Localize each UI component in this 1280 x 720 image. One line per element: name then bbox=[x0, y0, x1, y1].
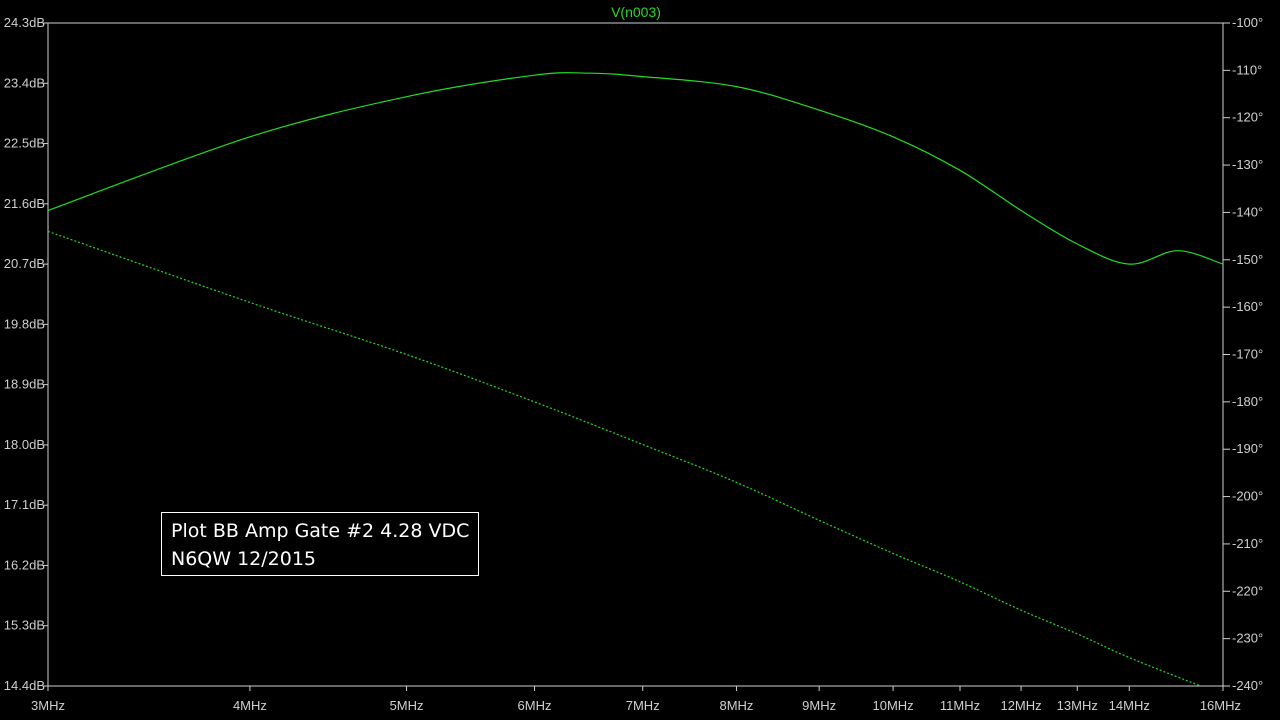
bode-plot: V(n003) 24.3dB 23.4dB 22.5dB 21.6dB 20.7dB 19… bbox=[4, 4, 1263, 713]
left-tick-label: 18.0dB bbox=[4, 437, 45, 452]
left-tick-label: 19.8dB bbox=[4, 316, 45, 331]
x-tick-label: 6MHz bbox=[518, 698, 552, 713]
left-tick-label: 16.2dB bbox=[4, 557, 45, 572]
right-tick-label: -160° bbox=[1232, 299, 1263, 314]
right-tick-label: -110° bbox=[1232, 62, 1262, 77]
right-tick-label: -100° bbox=[1232, 15, 1263, 30]
plot-frame bbox=[47, 22, 1224, 687]
x-tick-label: 7MHz bbox=[626, 698, 660, 713]
right-tick-label: -220° bbox=[1232, 583, 1263, 598]
x-tick-label: 10MHz bbox=[873, 698, 914, 713]
right-axis-ticks: -100° -110° -120° -130° -140° -150° -160° -170°… bbox=[1223, 15, 1263, 693]
x-tick-label: 5MHz bbox=[390, 698, 424, 713]
left-tick-label: 17.1dB bbox=[4, 497, 45, 512]
right-tick-label: -120° bbox=[1232, 110, 1263, 125]
right-tick-label: -140° bbox=[1232, 204, 1263, 219]
left-tick-label: 21.6dB bbox=[4, 196, 45, 211]
x-tick-label: 3MHz bbox=[31, 698, 65, 713]
annotation-line-2: N6QW 12/2015 bbox=[171, 548, 317, 570]
left-tick-label: 23.4dB bbox=[4, 75, 45, 90]
right-tick-label: -180° bbox=[1232, 394, 1263, 409]
left-tick-label: 24.3dB bbox=[4, 15, 45, 30]
x-tick-label: 11MHz bbox=[940, 698, 980, 713]
right-tick-label: -240° bbox=[1232, 678, 1263, 693]
x-tick-label: 4MHz bbox=[233, 698, 267, 713]
left-axis-ticks: 24.3dB 23.4dB 22.5dB 21.6dB 20.7dB 19.8dB 18.9… bbox=[4, 15, 48, 693]
right-tick-label: -150° bbox=[1232, 252, 1263, 267]
left-tick-label: 15.3dB bbox=[4, 618, 45, 633]
right-tick-label: -170° bbox=[1232, 347, 1263, 362]
left-tick-label: 20.7dB bbox=[4, 256, 45, 271]
x-tick-label: 8MHz bbox=[719, 698, 753, 713]
right-tick-label: -210° bbox=[1232, 536, 1263, 551]
left-tick-label: 18.9dB bbox=[4, 377, 45, 392]
x-tick-label: 9MHz bbox=[802, 698, 836, 713]
plot-annotation[interactable]: Plot BB Amp Gate #2 4.28 VDC N6QW 12/201… bbox=[161, 512, 479, 576]
x-axis-ticks: 3MHz 4MHz 5MHz 6MHz 7MHz 8MHz 9MHz 10MHz 11MHz 12… bbox=[31, 686, 1241, 713]
x-tick-label: 12MHz bbox=[1000, 698, 1041, 713]
right-tick-label: -200° bbox=[1232, 489, 1263, 504]
x-tick-label: 14MHz bbox=[1109, 698, 1150, 713]
right-tick-label: -230° bbox=[1232, 631, 1263, 646]
magnitude-trace bbox=[47, 72, 1224, 265]
traces bbox=[47, 72, 1224, 687]
right-tick-label: -190° bbox=[1232, 441, 1263, 456]
plot-axes bbox=[47, 22, 1224, 687]
left-tick-label: 22.5dB bbox=[4, 136, 45, 151]
x-tick-label: 16MHz bbox=[1200, 698, 1241, 713]
trace-title[interactable]: V(n003) bbox=[611, 4, 661, 20]
right-tick-label: -130° bbox=[1232, 157, 1263, 172]
phase-trace bbox=[47, 230, 1201, 687]
left-tick-label: 14.4dB bbox=[4, 678, 45, 693]
annotation-line-1: Plot BB Amp Gate #2 4.28 VDC bbox=[171, 520, 470, 542]
x-tick-label: 13MHz bbox=[1057, 698, 1098, 713]
